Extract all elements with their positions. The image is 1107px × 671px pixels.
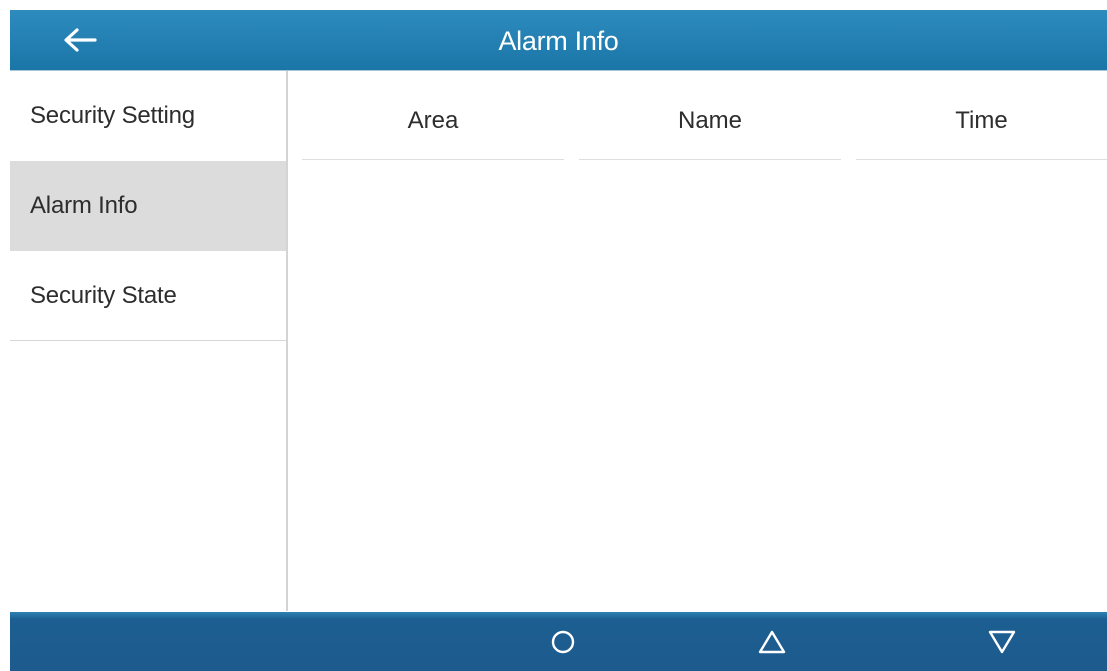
circle-icon [551, 630, 575, 653]
sidebar-item-alarm-info[interactable]: Alarm Info [10, 161, 286, 251]
column-header-area: Area [407, 107, 459, 134]
sidebar-item-label: Alarm Info [30, 192, 138, 219]
triangle-down-icon [988, 630, 1016, 653]
sidebar-divider [286, 71, 288, 611]
page-up-button[interactable] [742, 612, 802, 671]
alarm-info-screen: Alarm Info Security Setting Alarm Info S… [0, 0, 1107, 671]
page-down-button[interactable] [972, 612, 1032, 671]
page-title: Alarm Info [498, 26, 619, 56]
column-divider [302, 159, 564, 160]
column-divider [579, 159, 841, 160]
sidebar-item-label: Security State [30, 281, 177, 309]
title-bar: Alarm Info [10, 10, 1107, 71]
bottom-nav-bar [10, 612, 1107, 671]
column-divider [856, 159, 1107, 160]
alarm-list [290, 161, 1107, 611]
column-header-time: Time [955, 107, 1008, 134]
sidebar-item-security-state[interactable]: Security State [10, 251, 286, 341]
sidebar-item-label: Security Setting [30, 102, 195, 129]
sidebar: Security Setting Alarm Info Security Sta… [10, 71, 286, 611]
home-button[interactable] [533, 612, 593, 671]
triangle-up-icon [758, 630, 786, 653]
column-header-name: Name [677, 107, 743, 134]
sidebar-item-security-setting[interactable]: Security Setting [10, 71, 286, 161]
